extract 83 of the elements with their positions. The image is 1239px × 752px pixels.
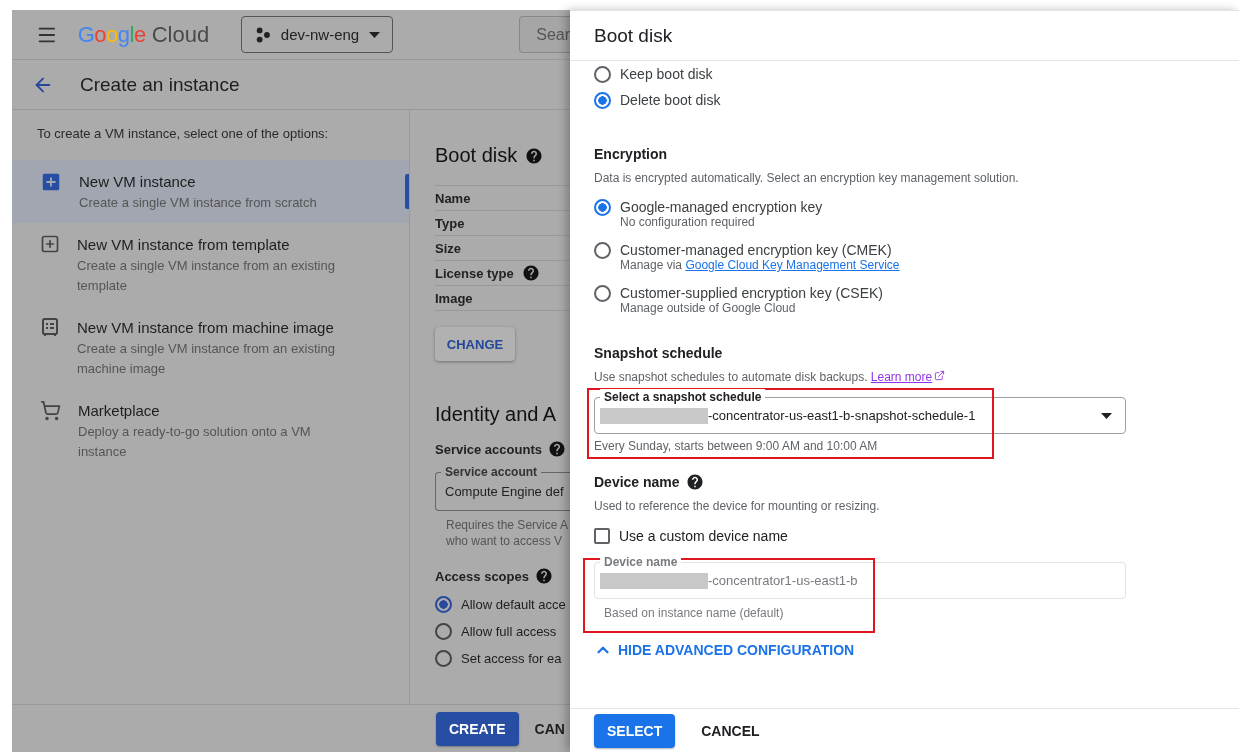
help-icon[interactable] <box>547 440 566 458</box>
brand-logo: Google <box>77 21 146 48</box>
section-description: Use snapshot schedules to automate disk backups. Learn more <box>594 369 1126 385</box>
field-label: Select a snapshot schedule <box>600 389 766 405</box>
field-heading: Access scopes <box>435 568 529 584</box>
option-title: New VM instance <box>79 172 197 192</box>
checkbox[interactable] <box>594 528 610 544</box>
section-heading: Snapshot schedule <box>594 345 723 361</box>
row-label: Size <box>435 240 461 256</box>
cancel-button[interactable]: CAN <box>534 720 565 737</box>
radio-button[interactable] <box>435 596 452 613</box>
option-item[interactable]: New VM instance Create a single VM instance from scratch <box>12 160 409 223</box>
radio-label: Allow full access <box>461 624 557 639</box>
caret-down-icon[interactable] <box>1101 412 1112 419</box>
help-icon[interactable] <box>525 146 544 165</box>
field-value: -concentrator1-us-east1-b <box>708 573 859 588</box>
field-value: -concentrator-us-east1-b-snapshot-schedule-1 <box>708 408 977 423</box>
row-label: Image <box>435 290 473 306</box>
service-account-select[interactable]: Service account Compute Engine def <box>435 464 570 511</box>
option-description: Deploy a ready-to-go solution onto a VM instance <box>78 423 312 461</box>
checkbox-label: Use a custom device name <box>619 528 788 544</box>
radio-label: Allow default acce <box>461 597 566 612</box>
hint-text: Every Sunday, starts between 9:00 AM and 10:00 AM <box>594 438 879 454</box>
option-note: No configuration required <box>619 215 756 230</box>
section-heading: Boot disk <box>435 144 518 167</box>
list-square-icon <box>40 317 60 337</box>
radio-label: Set access for ea <box>461 651 562 666</box>
help-icon[interactable] <box>685 473 704 491</box>
radio-label: Customer-supplied encryption key (CSEK) <box>620 285 883 301</box>
help-icon[interactable] <box>521 264 540 282</box>
help-icon[interactable] <box>534 567 553 585</box>
row-label: Name <box>435 190 471 206</box>
option-note: Manage outside of Google Cloud <box>619 301 797 316</box>
option-title: New VM instance from template <box>77 235 291 255</box>
kms-link[interactable]: Google Cloud Key Management Service <box>685 258 900 272</box>
external-link-icon <box>934 370 946 381</box>
section-heading: Encryption <box>594 146 668 162</box>
hint-text: Requires the Service A <box>446 517 570 533</box>
option-item[interactable]: New VM instance from template Create a single VM instance from an existing template <box>12 223 409 306</box>
learn-more-link[interactable]: Learn more <box>870 370 946 384</box>
hint-text: who want to access V <box>446 533 564 549</box>
radio-label: Keep boot disk <box>620 66 713 82</box>
hint-text: Based on instance name (default) <box>603 605 785 621</box>
option-item[interactable]: Marketplace Deploy a ready-to-go solution onto a VM instance <box>12 389 409 472</box>
radio-button[interactable] <box>594 198 611 216</box>
section-description: Data is encrypted automatically. Select an encryption key management solution. <box>594 170 1020 186</box>
hide-advanced-button[interactable]: HIDE ADVANCED CONFIGURATION <box>594 641 855 659</box>
radio-button[interactable] <box>435 623 452 640</box>
page-title: Create an instance <box>80 73 240 96</box>
option-note: Manage via Google Cloud Key Management Service <box>619 258 901 273</box>
section-description: Used to reference the device for mounting or resizing. <box>594 498 881 514</box>
radio-button[interactable] <box>594 91 611 109</box>
radio-button[interactable] <box>594 65 611 83</box>
option-description: Create a single VM instance from an existing machine image <box>77 340 336 378</box>
project-picker[interactable]: dev-nw-eng <box>241 16 394 53</box>
section-heading: Device name <box>594 474 680 490</box>
caret-down-icon[interactable] <box>369 31 381 38</box>
intro-text: To create a VM instance, select one of the options: <box>36 126 330 141</box>
field-heading: Service accounts <box>435 441 542 457</box>
row-label: License type <box>435 265 514 281</box>
radio-button[interactable] <box>435 650 452 667</box>
option-title: Marketplace <box>78 401 161 421</box>
dots-icon <box>256 25 271 44</box>
option-description: Create a single VM instance from an existing template <box>77 257 336 295</box>
change-button[interactable]: CHANGE <box>435 327 515 361</box>
option-title: New VM instance from machine image <box>77 318 335 338</box>
panel-title: Boot disk <box>594 24 673 47</box>
radio-label: Customer-managed encryption key (CMEK) <box>620 242 892 258</box>
row-label: Type <box>435 215 465 231</box>
create-button[interactable]: CREATE <box>436 711 519 746</box>
product-name: Cloud <box>151 21 210 48</box>
section-heading: Identity and A <box>435 403 557 426</box>
option-description: Create a single VM instance from scratch <box>79 194 318 212</box>
plus-square-icon <box>40 234 60 254</box>
option-item[interactable]: New VM instance from machine image Create a single VM instance from an existing machine image <box>12 306 409 389</box>
cart-icon <box>40 400 61 421</box>
radio-button[interactable] <box>594 284 611 302</box>
radio-label: Delete boot disk <box>620 92 721 108</box>
radio-label: Google-managed encryption key <box>620 199 823 215</box>
radio-button[interactable] <box>594 241 611 259</box>
cancel-button[interactable]: CANCEL <box>701 722 760 739</box>
select-button[interactable]: SELECT <box>594 713 676 748</box>
snapshot-schedule-select[interactable]: Select a snapshot schedule -concentrator-us-east1-b-snapshot-schedule-1 <box>594 389 1126 434</box>
